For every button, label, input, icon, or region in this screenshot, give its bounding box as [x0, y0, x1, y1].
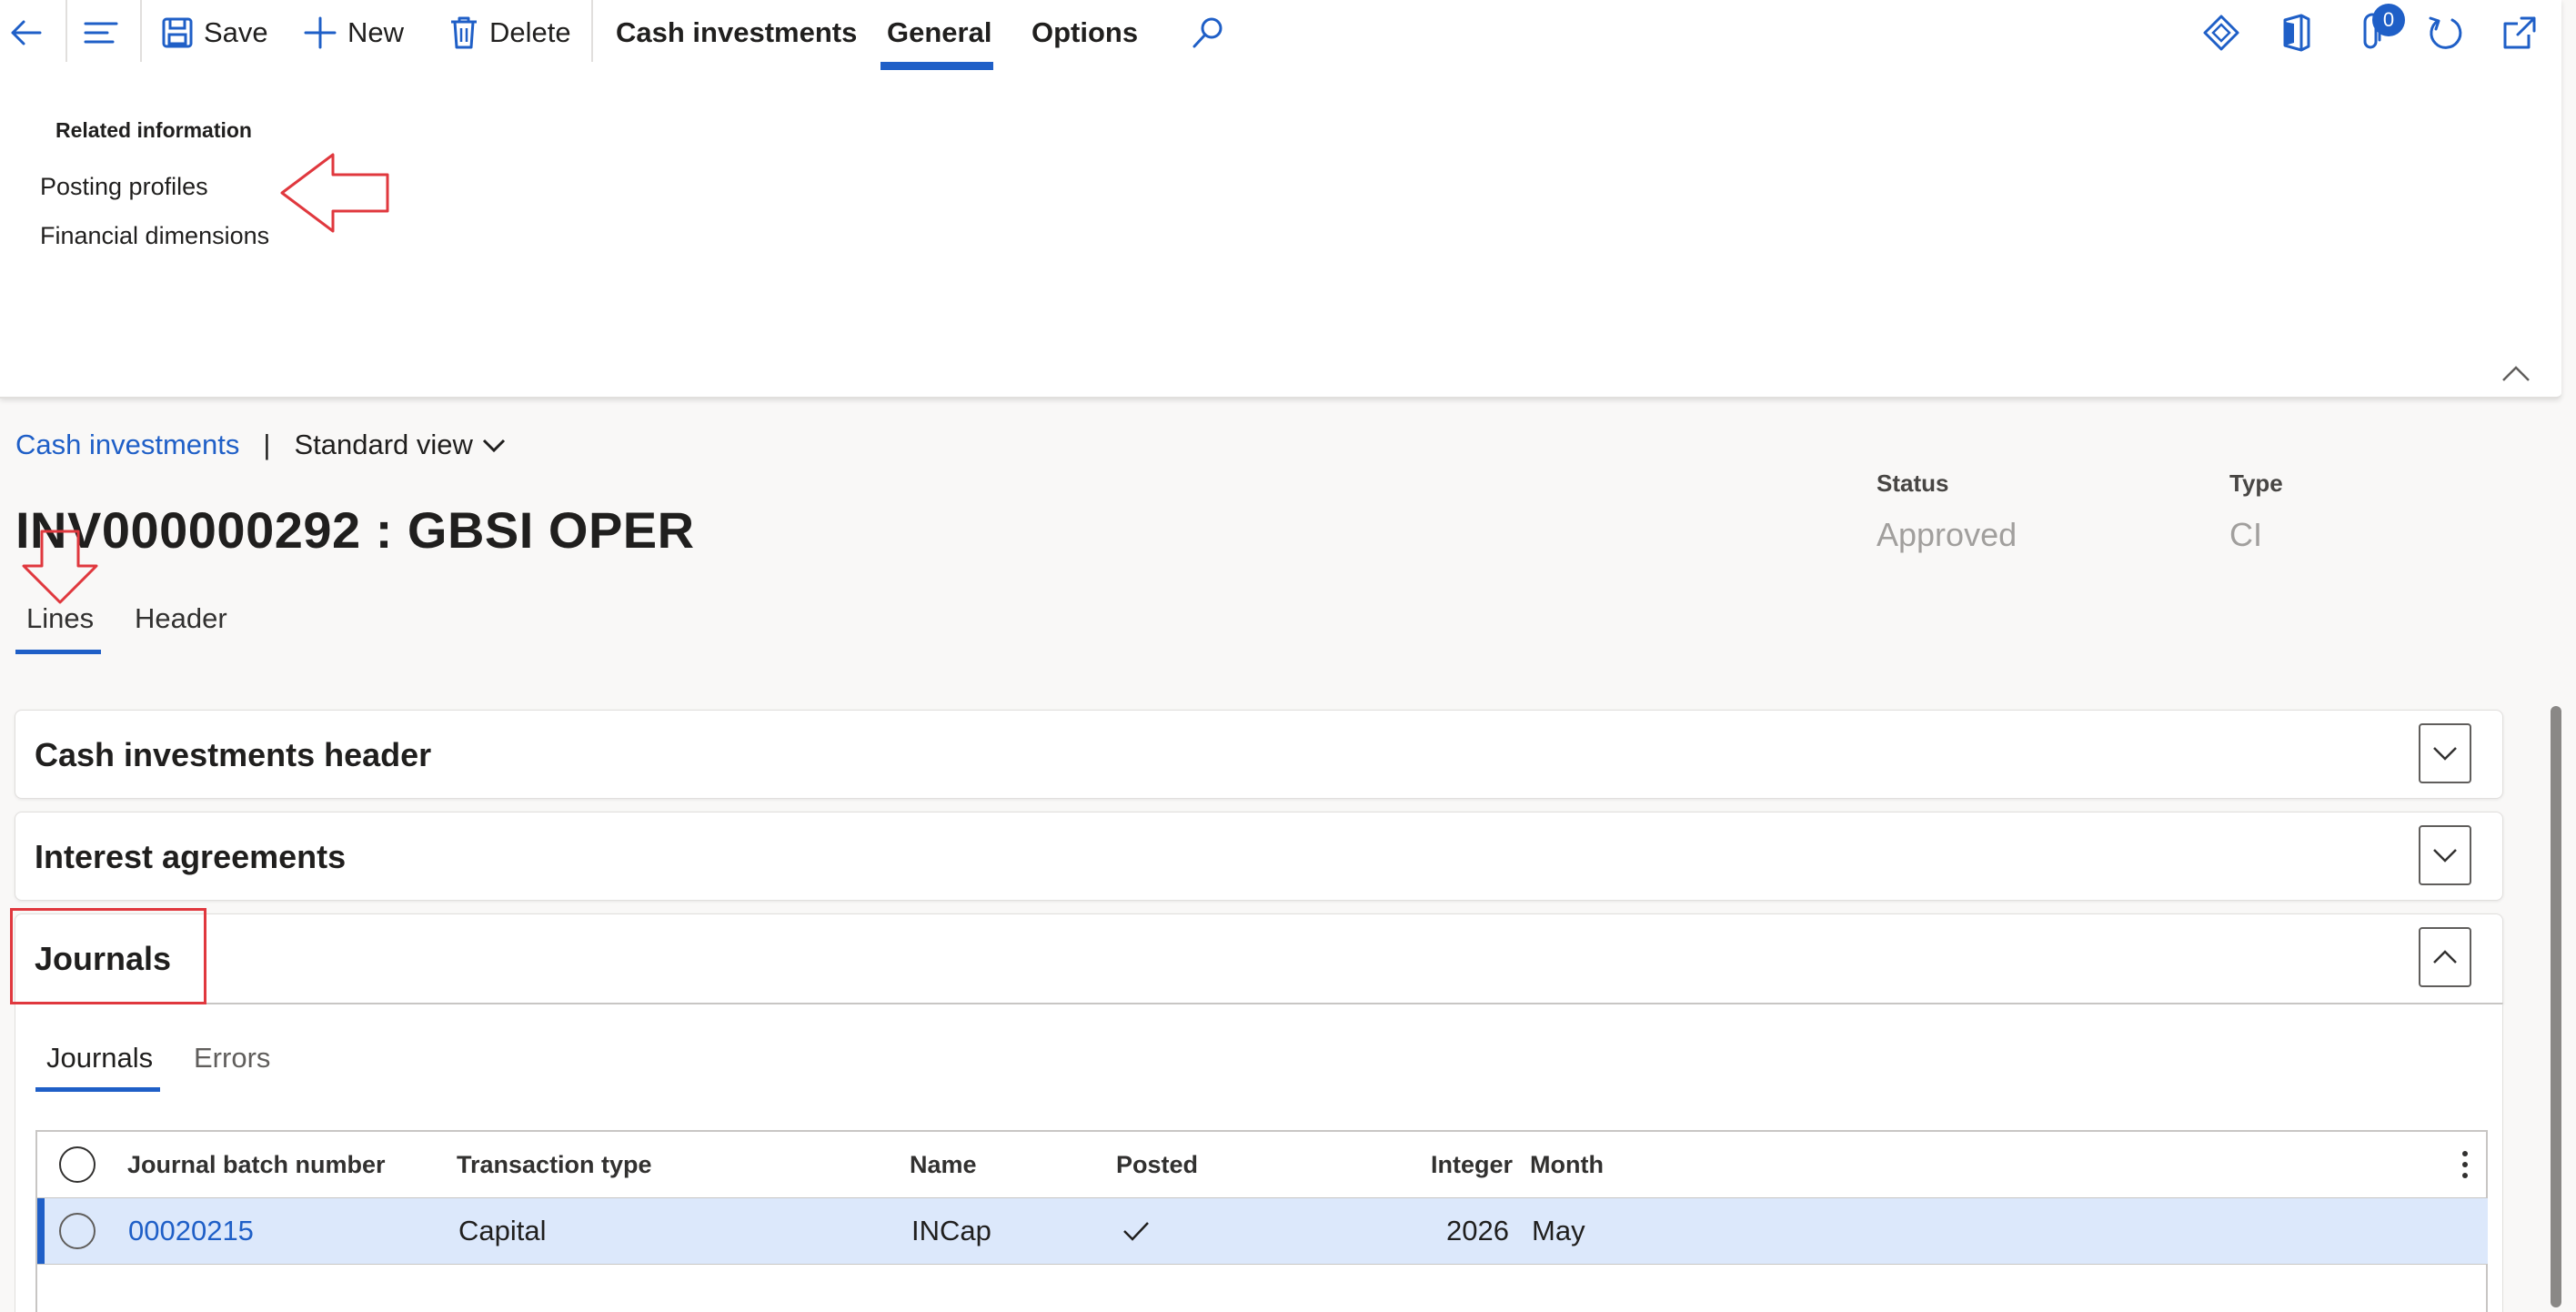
subtab-errors[interactable]: Errors — [194, 1042, 270, 1075]
column-header-integer[interactable]: Integer — [1431, 1132, 1513, 1197]
save-label: Save — [204, 16, 268, 48]
attachments-button[interactable]: 0 — [2354, 0, 2405, 66]
active-tab-indicator — [880, 62, 993, 70]
status-label: Status — [1877, 469, 1949, 497]
column-header-transaction-type[interactable]: Transaction type — [457, 1132, 652, 1197]
power-apps-button[interactable] — [2201, 0, 2241, 66]
select-all-checkbox[interactable] — [59, 1132, 96, 1197]
tab-header[interactable]: Header — [135, 602, 227, 635]
fasttab-title: Journals — [35, 940, 172, 977]
status-field: Status Approved — [1877, 469, 2017, 554]
open-new-window-button[interactable] — [2500, 0, 2540, 66]
column-header-name[interactable]: Name — [910, 1132, 977, 1197]
save-icon — [162, 17, 193, 48]
breadcrumb: Cash investments | Standard view — [15, 426, 508, 464]
column-header-posted[interactable]: Posted — [1116, 1132, 1198, 1197]
back-button[interactable] — [5, 0, 45, 66]
selected-row-marker — [37, 1198, 45, 1264]
cash-investments-header-fasttab[interactable]: Cash investments header — [15, 710, 2503, 799]
select-all-radio — [59, 1146, 96, 1183]
search-icon — [1192, 17, 1223, 48]
refresh-button[interactable] — [2425, 0, 2465, 66]
view-selector[interactable]: Standard view — [294, 429, 507, 461]
chevron-down-icon — [2433, 849, 2457, 863]
toolbar-divider — [591, 0, 593, 62]
new-label: New — [347, 16, 405, 48]
diamond-icon — [2203, 15, 2239, 51]
toolbar-divider — [65, 0, 67, 62]
office-icon — [2283, 14, 2310, 52]
integer-cell: 2026 — [1446, 1215, 1509, 1246]
more-options-button[interactable] — [2460, 1132, 2470, 1197]
interest-agreements-fasttab[interactable]: Interest agreements — [15, 812, 2503, 901]
active-subtab-indicator — [35, 1087, 160, 1092]
page-title: INV000000292 : GBSI OPER — [15, 501, 695, 559]
hamburger-icon — [84, 22, 118, 44]
table-row[interactable]: 00020215 Capital INCap 2026 May — [37, 1197, 2488, 1265]
more-vertical-icon — [2462, 1151, 2468, 1178]
plus-icon — [304, 16, 337, 49]
trash-icon — [451, 16, 477, 49]
financial-dimensions-link[interactable]: Financial dimensions — [40, 222, 269, 250]
status-value: Approved — [1877, 516, 2018, 553]
column-header-batch[interactable]: Journal batch number — [127, 1132, 386, 1197]
collapse-button[interactable] — [2419, 927, 2471, 987]
related-information-heading: Related information — [55, 118, 252, 142]
type-label: Type — [2229, 469, 2283, 497]
collapse-action-pane-icon[interactable] — [2500, 362, 2532, 384]
type-value: CI — [2229, 516, 2262, 553]
journal-batch-link[interactable]: 00020215 — [128, 1198, 254, 1264]
tab-options[interactable]: Options — [1031, 0, 1138, 66]
tab-lines[interactable]: Lines — [26, 602, 94, 635]
menu-button[interactable] — [82, 0, 120, 66]
chevron-down-icon — [482, 439, 505, 453]
save-button[interactable]: Save — [160, 0, 268, 66]
open-external-icon — [2503, 16, 2536, 49]
delete-button[interactable]: Delete — [448, 0, 571, 66]
view-selector-label: Standard view — [294, 429, 473, 460]
column-header-month[interactable]: Month — [1530, 1132, 1604, 1197]
journals-fasttab[interactable]: Journals — [15, 913, 2503, 1004]
page-scrollbar[interactable] — [2551, 706, 2561, 1307]
month-cell: May — [1532, 1215, 1585, 1246]
row-radio — [59, 1213, 96, 1249]
toolbar-divider — [140, 0, 142, 62]
delete-label: Delete — [489, 16, 571, 48]
fasttab-title: Interest agreements — [35, 838, 347, 875]
search-button[interactable] — [1190, 0, 1226, 66]
tab-label: General — [887, 16, 992, 48]
name-cell: INCap — [911, 1215, 991, 1246]
chevron-up-icon — [2433, 950, 2457, 964]
tab-label: Cash investments — [616, 16, 858, 48]
toolbar: Save New Delete Cash investments General… — [0, 0, 2561, 71]
breadcrumb-link[interactable]: Cash investments — [15, 429, 239, 461]
refresh-icon — [2429, 16, 2462, 49]
tab-general[interactable]: General — [887, 0, 991, 66]
back-arrow-icon — [11, 20, 42, 45]
office-button[interactable] — [2278, 0, 2314, 66]
type-field: Type CI — [2229, 469, 2283, 554]
breadcrumb-separator: | — [263, 429, 271, 460]
expand-button[interactable] — [2419, 723, 2471, 783]
transaction-type-cell: Capital — [458, 1215, 547, 1246]
action-pane: Save New Delete Cash investments General… — [0, 0, 2561, 399]
row-select-checkbox[interactable] — [59, 1198, 96, 1264]
posting-profiles-link[interactable]: Posting profiles — [40, 173, 208, 201]
active-tab-indicator — [15, 650, 101, 654]
tab-cash-investments[interactable]: Cash investments — [616, 0, 857, 66]
tab-label: Options — [1031, 16, 1139, 48]
expand-button[interactable] — [2419, 825, 2471, 885]
chevron-down-icon — [2433, 747, 2457, 761]
new-button[interactable]: New — [302, 0, 404, 66]
checkmark-icon — [1123, 1222, 1149, 1241]
subtab-journals[interactable]: Journals — [46, 1042, 153, 1075]
posted-cell — [1122, 1198, 1151, 1264]
journals-grid: Journal batch number Transaction type Na… — [35, 1130, 2488, 1312]
attachments-count-badge: 0 — [2372, 4, 2405, 36]
fasttab-title: Cash investments header — [35, 736, 432, 773]
